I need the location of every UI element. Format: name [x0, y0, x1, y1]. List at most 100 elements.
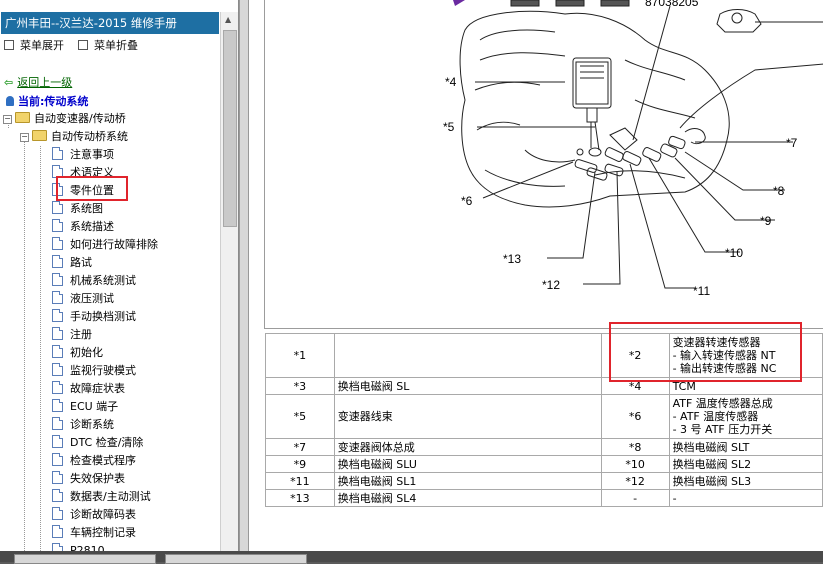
collapse-toggle-icon: −: [3, 114, 12, 124]
tree-item-label: 液压测试: [70, 292, 114, 305]
table-row: *11 换档电磁阀 SL1 *12 换档电磁阀 SL3: [265, 472, 823, 490]
tree-item[interactable]: 系统图: [52, 200, 103, 217]
document-icon: [52, 507, 63, 520]
part-name: -: [668, 489, 823, 507]
tree-item[interactable]: ECU 端子: [52, 398, 118, 415]
tree-item-label: 手动换档测试: [70, 310, 136, 323]
manual-title: 广州丰田--汉兰达-2015 维修手册: [1, 12, 219, 34]
collapse-menu-button[interactable]: 菜单折叠: [78, 38, 138, 54]
collapse-toggle-icon: −: [20, 132, 29, 142]
tree-item[interactable]: 系统描述: [52, 218, 114, 235]
tree-item[interactable]: 如何进行故障排除: [52, 236, 158, 253]
part-name-line: 换档电磁阀 SL2: [672, 457, 752, 471]
window-tab[interactable]: [14, 554, 156, 564]
back-link[interactable]: ⇦ 返回上一级: [4, 74, 72, 90]
scroll-up-icon[interactable]: ▲: [225, 15, 231, 24]
tree-item-label: 系统描述: [70, 220, 114, 233]
pane-splitter[interactable]: [239, 0, 249, 551]
tree-item-label: DTC 检查/清除: [70, 436, 144, 449]
document-icon: [52, 345, 63, 358]
tree-item-label: 初始化: [70, 346, 103, 359]
callout-5: *5: [443, 120, 455, 134]
tree-folder-transmission[interactable]: − 自动变速器/传动桥: [3, 110, 126, 127]
document-icon: [52, 399, 63, 412]
tree-item[interactable]: 车辆控制记录: [52, 524, 136, 541]
document-icon: [52, 327, 63, 340]
tree-item[interactable]: 注意事项: [52, 146, 114, 163]
expand-icon: [4, 40, 14, 50]
part-number: *10: [600, 455, 670, 473]
part-name-line: - 3 号 ATF 压力开关: [672, 423, 773, 436]
callout-11: *11: [693, 284, 710, 298]
tree-item-label: P2810: [70, 544, 105, 551]
part-number: *9: [265, 455, 335, 473]
callout-13: *13: [503, 252, 521, 266]
expand-menu-button[interactable]: 菜单展开: [4, 38, 64, 54]
tree-item[interactable]: 监视行驶模式: [52, 362, 136, 379]
tree-item[interactable]: 机械系统测试: [52, 272, 136, 289]
sidebar: 广州丰田--汉兰达-2015 维修手册 菜单展开 菜单折叠 ⇦ 返回上一级 当前:…: [0, 0, 239, 551]
part-name: 换档电磁阀 SL: [333, 377, 602, 395]
tree-item-label: 注意事项: [70, 148, 114, 161]
part-number: *11: [265, 472, 335, 490]
tree-item[interactable]: 诊断系统: [52, 416, 114, 433]
tree-item[interactable]: 手动换档测试: [52, 308, 136, 325]
sensor-row-highlight: [609, 322, 802, 382]
tree-item[interactable]: 液压测试: [52, 290, 114, 307]
tree-item[interactable]: 数据表/主动测试: [52, 488, 151, 505]
callout-9: *9: [760, 214, 772, 228]
tree-item[interactable]: 初始化: [52, 344, 103, 361]
tree-item-label: 失效保护表: [70, 472, 125, 485]
tree-item-label: 系统图: [70, 202, 103, 215]
content-pane: 87038205 *4 *5 *6 *7 *8 *9 *10 *11 *13 *…: [249, 0, 823, 551]
callout-7: *7: [786, 136, 798, 150]
document-icon: [52, 453, 63, 466]
document-icon: [52, 471, 63, 484]
tree-item-label: 机械系统测试: [70, 274, 136, 287]
tree-item[interactable]: 路试: [52, 254, 92, 271]
tree-item-label: 车辆控制记录: [70, 526, 136, 539]
scrollbar-thumb[interactable]: [223, 30, 237, 227]
document-icon: [52, 363, 63, 376]
tree-item[interactable]: 失效保护表: [52, 470, 125, 487]
callout-10: *10: [725, 246, 743, 260]
collapse-icon: [78, 40, 88, 50]
part-number: *1: [265, 333, 335, 378]
tree-item[interactable]: 注册: [52, 326, 92, 343]
table-row: *13 换档电磁阀 SL4- -: [265, 489, 823, 507]
callout-12: *12: [542, 278, 560, 292]
document-icon: [52, 147, 63, 160]
part-name: 变速器线束: [333, 394, 602, 439]
sidebar-scrollbar[interactable]: ▲: [220, 12, 238, 551]
document-icon: [52, 489, 63, 502]
part-number: *13: [265, 489, 335, 507]
document-icon: [52, 273, 63, 286]
part-name: [333, 333, 602, 378]
table-row: *9 换档电磁阀 SLU *10 换档电磁阀 SL2: [265, 455, 823, 473]
parts-location-diagram: 87038205 *4 *5 *6 *7 *8 *9 *10 *11 *13 *…: [264, 0, 823, 329]
folder-icon: [15, 112, 30, 123]
tree-item[interactable]: 检查模式程序: [52, 452, 136, 469]
document-icon: [52, 255, 63, 268]
document-icon: [52, 201, 63, 214]
tree-item[interactable]: 诊断故障码表: [52, 506, 136, 523]
part-name-line: 换档电磁阀 SLT: [672, 440, 750, 454]
tree-folder-transaxle-system[interactable]: − 自动传动桥系统: [20, 128, 128, 145]
table-row: *5 变速器线束 *6 ATF 温度传感器总成 - ATF 温度传感器 - 3 号 ATF…: [265, 394, 823, 439]
document-icon: [52, 417, 63, 430]
document-icon: [52, 309, 63, 322]
part-number: -: [600, 489, 670, 507]
part-name-line: -: [672, 491, 677, 505]
tree-item-label: 如何进行故障排除: [70, 238, 158, 251]
document-icon: [52, 543, 63, 551]
tree-item-label: 监视行驶模式: [70, 364, 136, 377]
window-tab[interactable]: [165, 554, 307, 564]
part-number: *3: [265, 377, 335, 395]
document-icon: [52, 525, 63, 538]
tree-item[interactable]: 故障症状表: [52, 380, 125, 397]
tree-item-label: 故障症状表: [70, 382, 125, 395]
callout-8: *8: [773, 184, 785, 198]
tree-item[interactable]: P2810: [52, 542, 105, 551]
tree-item[interactable]: DTC 检查/清除: [52, 434, 143, 451]
part-number: *7: [265, 438, 335, 456]
